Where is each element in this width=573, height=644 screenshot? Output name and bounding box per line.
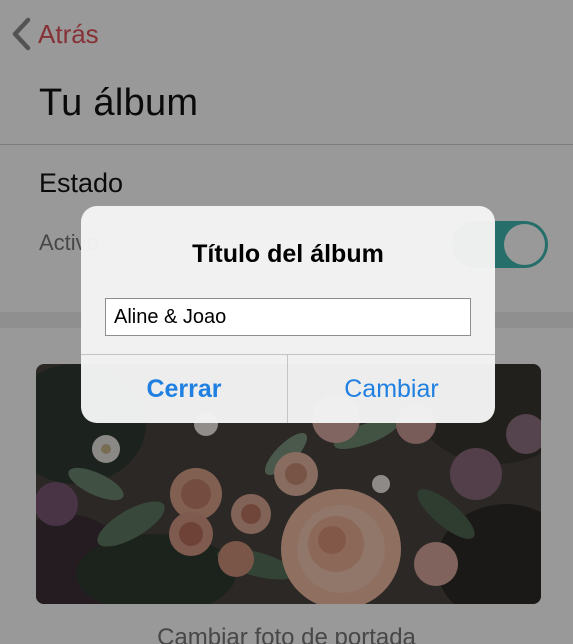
change-button[interactable]: Cambiar — [288, 355, 495, 423]
album-title-dialog: Título del álbum Cerrar Cambiar — [81, 206, 495, 423]
album-title-input[interactable] — [105, 298, 471, 336]
close-button[interactable]: Cerrar — [81, 355, 287, 423]
dialog-title: Título del álbum — [192, 240, 384, 268]
